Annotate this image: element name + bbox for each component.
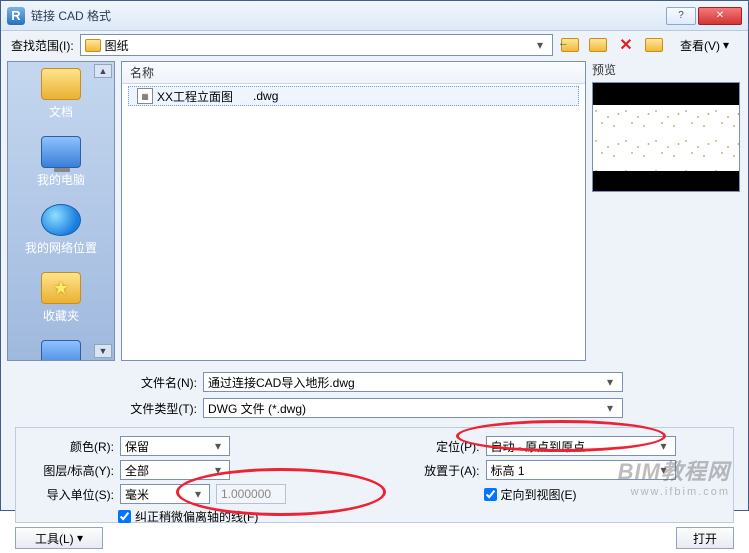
sidebar-item-network[interactable]: 我的网络位置	[8, 198, 114, 266]
chevron-down-icon: ▾	[602, 375, 618, 389]
unit-value: 毫米	[125, 486, 149, 503]
lookin-label: 查找范围(I):	[11, 37, 74, 54]
preview-thumbnail	[592, 82, 740, 192]
folder-new-icon	[645, 38, 663, 52]
color-combo[interactable]: 保留 ▾	[120, 436, 230, 456]
layer-label: 图层/标高(Y):	[24, 462, 114, 479]
newfolder-button[interactable]	[643, 34, 665, 56]
place-combo[interactable]: 标高 1 ▾	[486, 460, 676, 480]
folder-icon	[85, 39, 101, 52]
unit-combo[interactable]: 毫米 ▾	[120, 484, 210, 504]
titlebar: R 链接 CAD 格式 ? ✕	[1, 1, 748, 31]
sidebar-label: 我的网络位置	[25, 241, 97, 255]
chevron-down-icon: ▾	[211, 463, 225, 477]
filetype-combo[interactable]: DWG 文件 (*.dwg) ▾	[203, 398, 623, 418]
filename-value: 通过连接CAD导入地形.dwg	[208, 374, 602, 391]
sidebar-scroll-down[interactable]: ▼	[94, 344, 112, 358]
chevron-down-icon: ▾	[191, 487, 205, 501]
back-button[interactable]	[559, 34, 581, 56]
place-label: 放置于(A):	[390, 462, 480, 479]
unit-factor: 1.000000	[216, 484, 286, 504]
sidebar-scroll-up[interactable]: ▲	[94, 64, 112, 78]
filename-fields: 文件名(N): 通过连接CAD导入地形.dwg ▾ 文件类型(T): DWG 文…	[121, 369, 742, 421]
x-icon: ✕	[619, 35, 632, 55]
folder-back-icon	[561, 38, 579, 52]
orient-checkbox[interactable]	[484, 488, 497, 501]
positioning-label: 定位(P):	[390, 438, 480, 455]
sidebar-label: 收藏夹	[43, 309, 79, 323]
chevron-down-icon: ▾	[657, 439, 671, 453]
dwg-file-icon: ▦	[137, 88, 153, 104]
chevron-down-icon: ▾	[602, 401, 618, 415]
orient-label: 定向到视图(E)	[501, 486, 577, 503]
places-sidebar: ▲ 文档 我的电脑 我的网络位置 收藏夹 桌面 ▼	[7, 61, 115, 361]
file-pane: 名称 ▦ XX工程立面图 .dwg 预览	[121, 61, 742, 361]
view-button[interactable]: 查看(V)▾	[671, 34, 738, 57]
positioning-combo[interactable]: 自动 - 原点到原点 ▾	[486, 436, 676, 456]
file-name: XX工程立面图	[157, 88, 233, 105]
preview-label: 预览	[592, 61, 742, 78]
positioning-value: 自动 - 原点到原点	[491, 438, 586, 455]
file-row[interactable]: ▦ XX工程立面图 .dwg	[128, 86, 579, 106]
color-value: 保留	[125, 438, 149, 455]
chevron-down-icon: ▾	[657, 463, 671, 477]
tools-label: 工具(L)	[35, 530, 74, 547]
options-box: 颜色(R): 保留▾ 定位(P): 自动 - 原点到原点▾ 图层/标高(Y): …	[15, 427, 734, 523]
dialog-content: 查找范围(I): 图纸 ▾ ✕ 查看(V)▾ ▲ 文档 我的电脑 我的网络位置 …	[7, 31, 742, 504]
window-title: 链接 CAD 格式	[31, 7, 664, 24]
help-button[interactable]: ?	[666, 7, 696, 25]
sidebar-label: 我的电脑	[37, 173, 85, 187]
correct-lines-checkbox[interactable]	[118, 510, 131, 523]
folder-icon	[41, 68, 81, 100]
folder-icon	[589, 38, 607, 52]
place-value: 标高 1	[491, 462, 525, 479]
main-area: ▲ 文档 我的电脑 我的网络位置 收藏夹 桌面 ▼ 名称 ▦ XX工程立面图 .…	[7, 61, 742, 361]
open-button[interactable]: 打开	[676, 527, 734, 549]
filename-combo[interactable]: 通过连接CAD导入地形.dwg ▾	[203, 372, 623, 392]
bottom-bar: 工具(L) ▾ 打开	[7, 523, 742, 553]
filetype-label: 文件类型(T):	[121, 400, 197, 417]
preview-panel: 预览	[592, 61, 742, 361]
filetype-value: DWG 文件 (*.dwg)	[208, 400, 602, 417]
sidebar-item-computer[interactable]: 我的电脑	[8, 130, 114, 198]
filename-label: 文件名(N):	[121, 374, 197, 391]
open-label: 打开	[693, 530, 717, 547]
lookin-row: 查找范围(I): 图纸 ▾ ✕ 查看(V)▾	[7, 31, 742, 59]
close-button[interactable]: ✕	[698, 7, 742, 25]
lookin-combo[interactable]: 图纸 ▾	[80, 34, 553, 56]
sidebar-item-favorites[interactable]: 收藏夹	[8, 266, 114, 334]
color-label: 颜色(R):	[24, 438, 114, 455]
sidebar-label: 文档	[49, 105, 73, 119]
lookin-value: 图纸	[105, 37, 532, 54]
chevron-down-icon: ▾	[723, 38, 729, 52]
unit-label: 导入单位(S):	[24, 486, 114, 503]
layer-value: 全部	[125, 462, 149, 479]
file-ext: .dwg	[253, 89, 278, 103]
up-button[interactable]	[587, 34, 609, 56]
chevron-down-icon: ▾	[211, 439, 225, 453]
column-header-name[interactable]: 名称	[122, 62, 585, 84]
layer-combo[interactable]: 全部 ▾	[120, 460, 230, 480]
tools-button[interactable]: 工具(L) ▾	[15, 527, 103, 549]
desktop-icon	[41, 340, 81, 361]
dialog-window: R 链接 CAD 格式 ? ✕ 查找范围(I): 图纸 ▾ ✕ 查看(V)▾ ▲…	[0, 0, 749, 511]
globe-icon	[41, 204, 81, 236]
chevron-down-icon: ▾	[532, 38, 548, 52]
preview-drawing	[593, 105, 739, 171]
computer-icon	[41, 136, 81, 168]
delete-button[interactable]: ✕	[615, 34, 637, 56]
view-label: 查看(V)	[680, 37, 720, 54]
star-icon	[41, 272, 81, 304]
file-list[interactable]: 名称 ▦ XX工程立面图 .dwg	[121, 61, 586, 361]
app-icon: R	[7, 7, 25, 25]
